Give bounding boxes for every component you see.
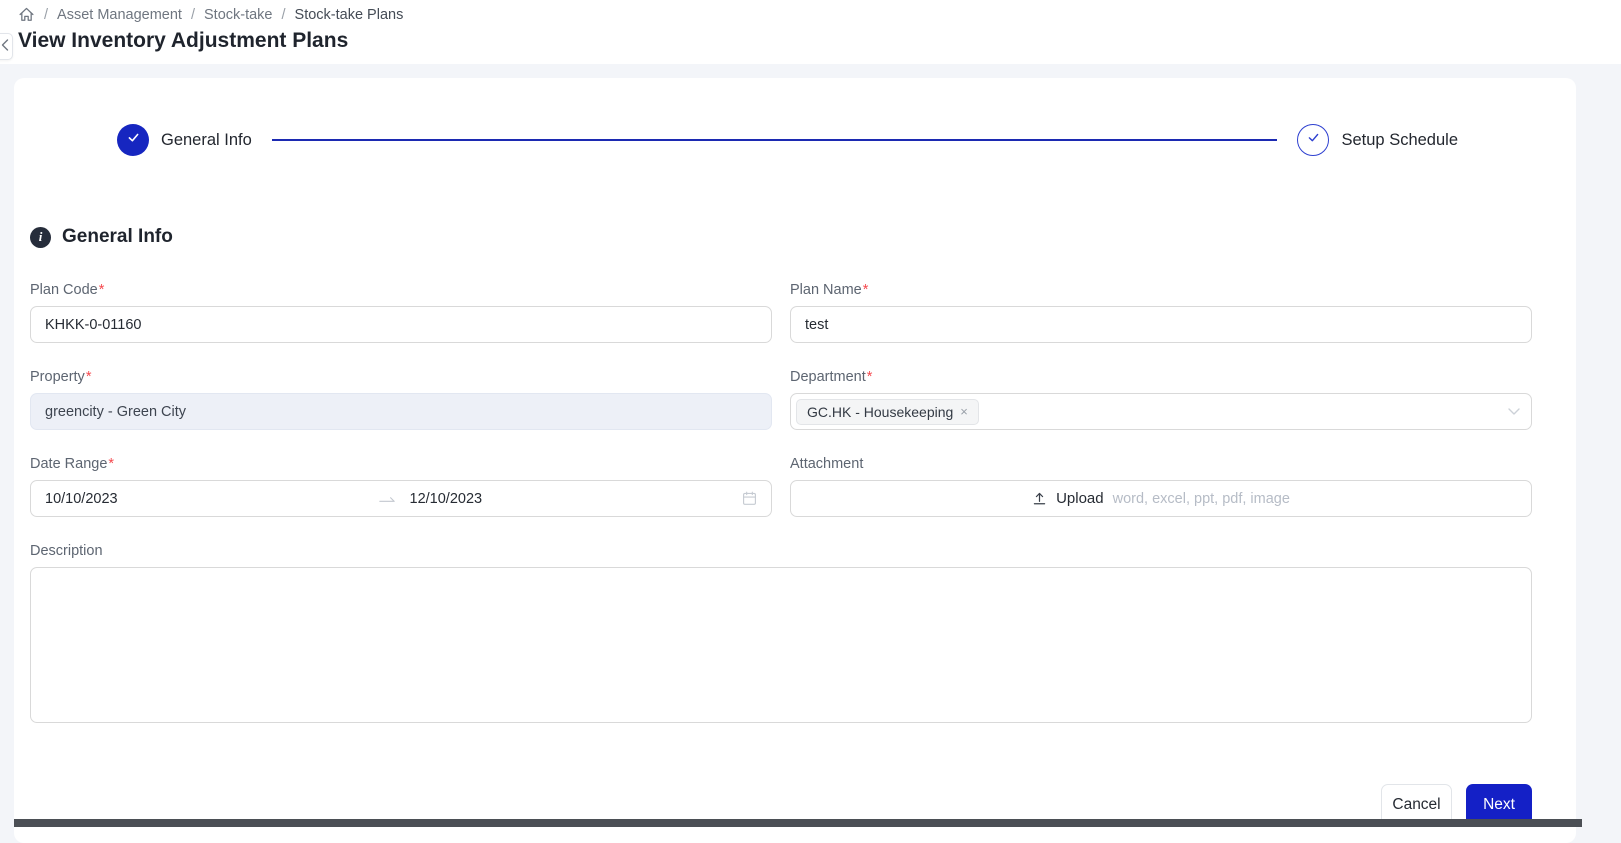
close-icon[interactable]: × (960, 405, 968, 418)
property-input-disabled (30, 393, 772, 430)
page-title: View Inventory Adjustment Plans (18, 29, 349, 52)
home-icon[interactable] (18, 6, 35, 23)
department-tag-label: GC.HK - Housekeeping (807, 403, 954, 420)
plan-code-input[interactable] (30, 306, 772, 343)
department-tag: GC.HK - Housekeeping × (796, 398, 979, 425)
step-check-circle-filled (117, 124, 149, 156)
date-range-end[interactable]: 12/10/2023 (396, 491, 743, 507)
required-mark: * (85, 369, 92, 385)
section-title: General Info (62, 226, 173, 247)
horizontal-scrollbar[interactable] (14, 819, 1582, 827)
department-label: Department* (790, 369, 873, 385)
section-header: i General Info (30, 226, 1532, 248)
plan-code-label: Plan Code* (30, 282, 105, 298)
upload-dropzone[interactable]: Upload word, excel, ppt, pdf, image (790, 480, 1532, 517)
check-icon (1306, 130, 1321, 150)
step-setup-schedule[interactable]: Setup Schedule (1297, 124, 1458, 156)
step-label: Setup Schedule (1341, 130, 1458, 149)
check-icon (126, 130, 141, 150)
general-info-form: Plan Code* Plan Name* Property* Departme… (30, 248, 1532, 728)
date-range-picker[interactable]: 10/10/2023 12/10/2023 (30, 480, 772, 517)
plan-code-group: Plan Code* (30, 282, 772, 343)
plan-name-group: Plan Name* (790, 282, 1532, 343)
date-range-label: Date Range* (30, 456, 115, 472)
breadcrumb-separator: / (44, 7, 49, 23)
plan-name-input[interactable] (790, 306, 1532, 343)
back-button[interactable] (0, 33, 13, 60)
breadcrumb-item-stock-take-plans: Stock-take Plans (294, 7, 404, 23)
chevron-left-icon (1, 38, 9, 56)
stepper: General Info Setup Schedule (117, 124, 1458, 156)
info-icon: i (30, 226, 51, 248)
required-mark: * (862, 282, 869, 298)
required-mark: * (866, 369, 873, 385)
breadcrumb-item-stock-take[interactable]: Stock-take (204, 7, 273, 23)
upload-button-label[interactable]: Upload (1056, 490, 1104, 507)
property-label: Property* (30, 369, 92, 385)
form-card: General Info Setup Schedule i General In… (14, 78, 1576, 843)
breadcrumb: / Asset Management / Stock-take / Stock-… (18, 7, 403, 23)
chevron-down-icon (1508, 408, 1520, 415)
required-mark: * (108, 456, 115, 472)
property-group: Property* (30, 369, 772, 430)
upload-hint: word, excel, ppt, pdf, image (1112, 490, 1290, 507)
breadcrumb-separator: / (190, 7, 195, 23)
date-range-group: Date Range* 10/10/2023 12/10/2023 (30, 456, 772, 517)
description-group: Description (30, 543, 1532, 728)
step-check-circle-outlined (1297, 124, 1330, 156)
arrow-right-icon (378, 494, 396, 504)
step-general-info[interactable]: General Info (117, 124, 252, 156)
attachment-group: Attachment Upload word, excel, ppt, pdf,… (790, 456, 1532, 517)
department-select[interactable]: GC.HK - Housekeeping × (790, 393, 1532, 430)
breadcrumb-separator: / (281, 7, 286, 23)
top-header: / Asset Management / Stock-take / Stock-… (0, 0, 1621, 64)
plan-name-label: Plan Name* (790, 282, 869, 298)
description-label: Description (30, 543, 103, 559)
step-label: General Info (161, 130, 252, 149)
calendar-icon (742, 491, 757, 506)
stepper-connector (271, 139, 1278, 141)
required-mark: * (98, 282, 105, 298)
department-group: Department* GC.HK - Housekeeping × (790, 369, 1532, 430)
date-range-start[interactable]: 10/10/2023 (45, 491, 378, 507)
attachment-label: Attachment (790, 456, 864, 472)
upload-icon (1032, 491, 1047, 506)
breadcrumb-item-asset-management[interactable]: Asset Management (57, 7, 182, 23)
description-textarea[interactable] (30, 567, 1532, 723)
